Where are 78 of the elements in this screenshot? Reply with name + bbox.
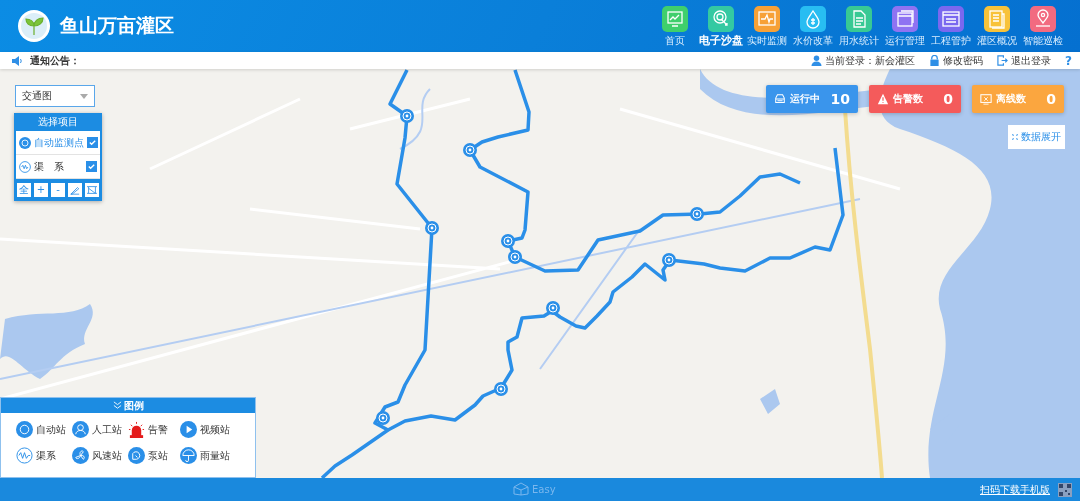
layer-checkbox[interactable] (86, 161, 97, 172)
target-icon (16, 421, 33, 438)
map-tool-button[interactable]: + (34, 183, 48, 197)
status-label: 告警数 (893, 92, 924, 106)
station-marker-icon[interactable] (425, 221, 439, 235)
speaker-icon (11, 54, 23, 67)
panel-header: 选择项目 (37, 115, 79, 129)
warning-icon (877, 93, 889, 105)
station-marker-icon[interactable] (662, 253, 676, 267)
station-marker-icon[interactable] (546, 301, 560, 315)
status-label: 运行中 (790, 92, 821, 106)
expand-icon (1012, 132, 1018, 142)
status-count: 10 (830, 91, 850, 107)
legend-label: 告警 (148, 422, 168, 437)
caret-icon (80, 93, 88, 99)
nav-item[interactable]: 首页 (652, 5, 698, 47)
cube-logo-icon (513, 482, 529, 496)
legend-label: 雨量站 (200, 448, 230, 463)
nav-item[interactable]: 运行管理 (882, 5, 928, 47)
person-icon (72, 421, 89, 438)
lock-icon (929, 55, 941, 66)
footer-logo-text: Easy (532, 483, 556, 495)
frame-tool-button[interactable] (85, 183, 99, 197)
siren-icon (128, 421, 145, 438)
station-marker-icon[interactable] (463, 143, 477, 157)
nav-item[interactable]: 灌区概况 (974, 5, 1020, 47)
layer-dropdown[interactable]: 交通图 (15, 85, 95, 107)
draw-tool-button[interactable] (68, 183, 82, 197)
layer-label: 渠 系 (34, 159, 65, 174)
app-title: 鱼山万亩灌区 (60, 13, 174, 38)
play-icon (180, 421, 197, 438)
legend-label: 渠系 (36, 448, 56, 463)
status-count: 0 (943, 91, 953, 107)
header-link[interactable]: 退出登录 (997, 53, 1052, 68)
nav-item[interactable]: 电子沙盘 (698, 5, 744, 47)
station-marker-icon[interactable] (508, 250, 522, 264)
station-marker-icon[interactable] (376, 411, 390, 425)
notice-label: 通知公告： (30, 53, 80, 68)
legend-label: 泵站 (148, 448, 168, 463)
nav-item[interactable]: 智能巡检 (1020, 5, 1066, 47)
download-app-link[interactable]: 扫码下载手机版 (980, 482, 1050, 497)
wave-icon (19, 160, 31, 173)
server-icon (774, 93, 786, 105)
fan-icon (72, 447, 89, 464)
status-label: 离线数 (996, 92, 1027, 106)
layer-label: 自动监测点 (34, 135, 84, 150)
station-marker-icon[interactable] (690, 207, 704, 221)
sprout-logo-icon (17, 9, 51, 43)
logout-icon (997, 55, 1009, 66)
layer-checkbox[interactable] (87, 137, 98, 148)
header-link[interactable]: 修改密码 (929, 53, 984, 68)
chevron-down-icon (112, 401, 122, 410)
current-user-text: 当前登录：新会灌区 (825, 53, 916, 68)
nav-item[interactable]: 工程管护 (928, 5, 974, 47)
umbrella-icon (180, 447, 197, 464)
wave-icon (16, 447, 33, 464)
pump-icon (128, 447, 145, 464)
station-marker-icon[interactable] (400, 109, 414, 123)
legend-title: 图例 (123, 398, 144, 413)
station-marker-icon[interactable] (494, 382, 508, 396)
target-icon (19, 136, 31, 149)
legend-label: 视频站 (200, 422, 230, 437)
nav-item[interactable]: 水价改革 (790, 5, 836, 47)
expand-data-button[interactable]: 数据展开 (1008, 125, 1065, 149)
map-tool-button[interactable]: 全 (17, 183, 31, 197)
qr-code-icon (1058, 482, 1072, 497)
legend-header[interactable]: 图例 (1, 398, 255, 413)
nav-item[interactable]: 实时监测 (744, 5, 790, 47)
help-link[interactable]: ? (1065, 53, 1072, 68)
status-count: 0 (1046, 91, 1056, 107)
nav-item[interactable]: 用水统计 (836, 5, 882, 47)
offline-monitor-icon (980, 93, 992, 105)
legend-label: 自动站 (36, 422, 66, 437)
legend-label: 风速站 (92, 448, 122, 463)
user-icon (811, 55, 823, 66)
legend-label: 人工站 (92, 422, 122, 437)
map-tool-button[interactable]: - (51, 183, 65, 197)
station-marker-icon[interactable] (501, 234, 515, 248)
